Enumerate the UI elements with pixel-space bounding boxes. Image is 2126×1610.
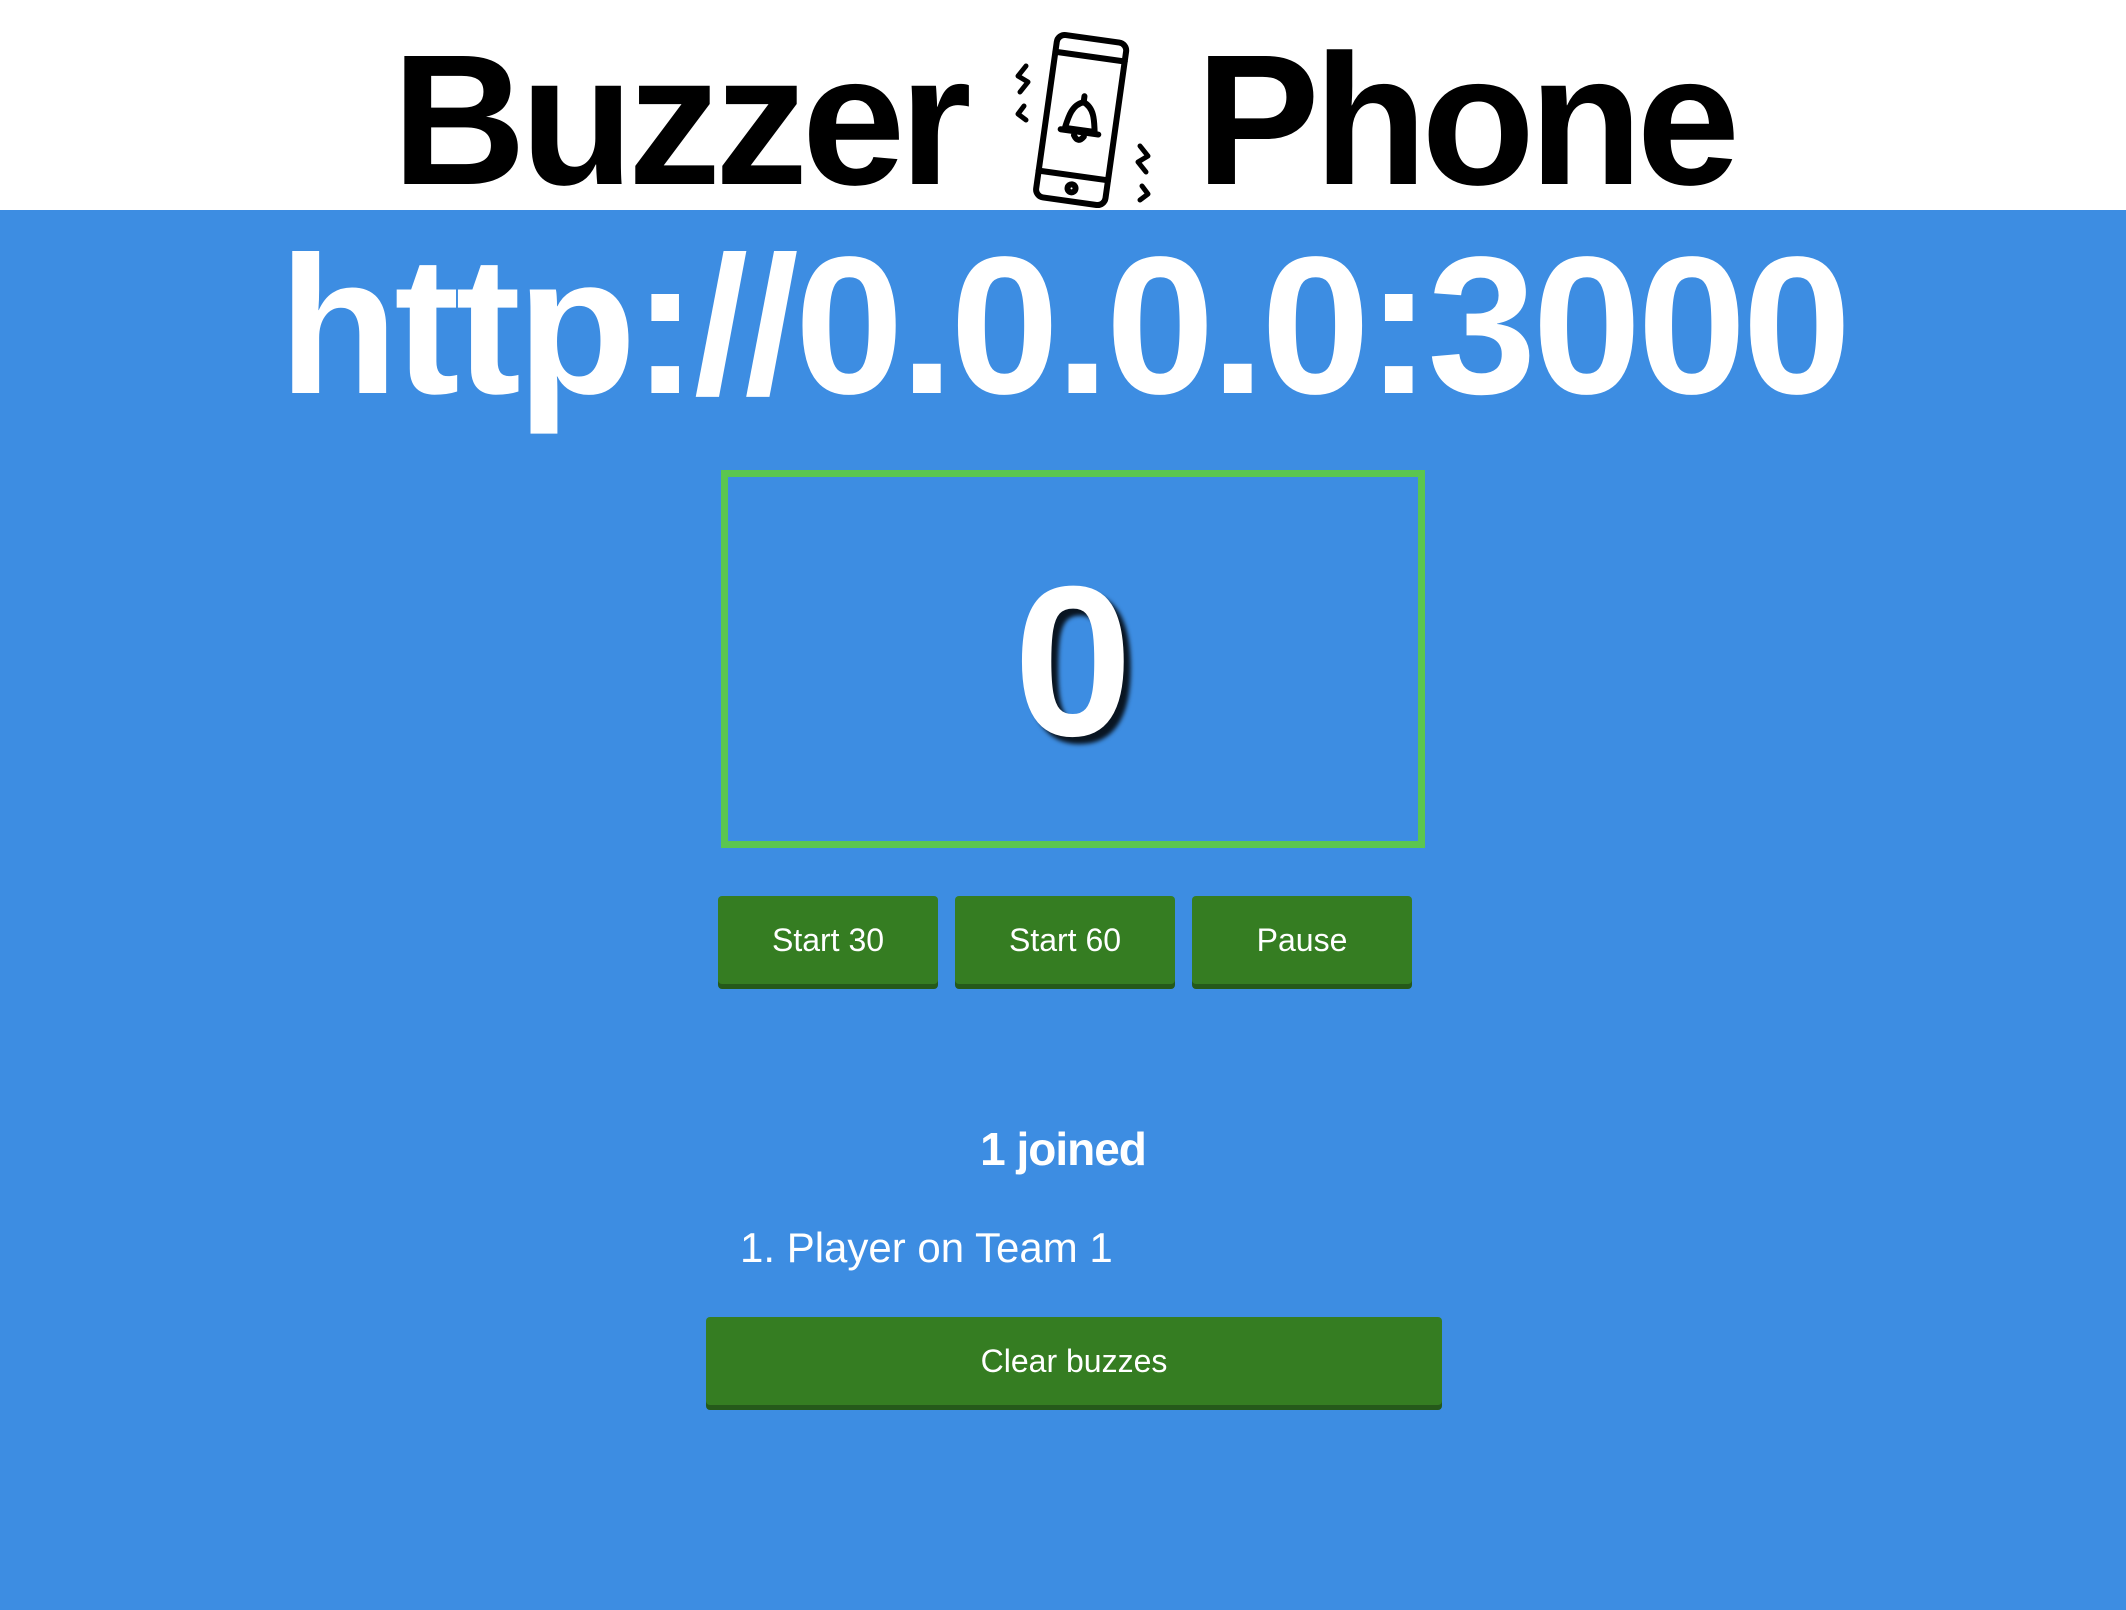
- server-url: http://0.0.0.0:3000: [278, 216, 1852, 435]
- ringing-phone-icon: [1015, 31, 1151, 209]
- list-item: 1. Player on Team 1: [740, 1224, 1113, 1271]
- clear-buzzes-button[interactable]: Clear buzzes: [706, 1317, 1442, 1405]
- header-bar: Buzzer Phone: [0, 0, 2126, 214]
- timer-display: 0: [721, 470, 1425, 848]
- player-list: 1. Player on Team 1: [740, 1218, 1113, 1278]
- timer-value: 0: [1013, 542, 1133, 781]
- brand-logo: Buzzer Phone: [0, 26, 2126, 216]
- pause-button[interactable]: Pause: [1192, 896, 1412, 984]
- brand-title-right: Phone: [1195, 17, 1740, 224]
- start-30-button[interactable]: Start 30: [718, 896, 938, 984]
- start-60-button[interactable]: Start 60: [955, 896, 1175, 984]
- joined-count: 1 joined: [980, 1123, 1147, 1175]
- brand-title-left: Buzzer: [391, 17, 972, 224]
